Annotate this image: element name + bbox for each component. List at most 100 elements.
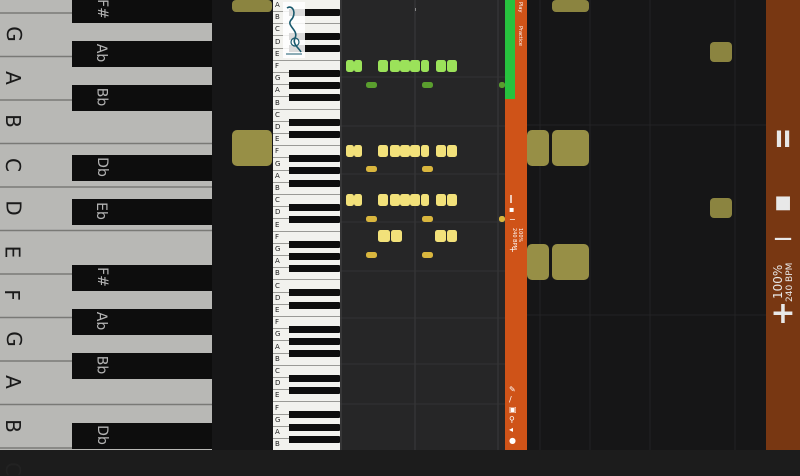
black-key[interactable] bbox=[289, 386, 340, 394]
black-key[interactable] bbox=[289, 252, 340, 260]
note-green[interactable] bbox=[447, 60, 457, 72]
black-key[interactable] bbox=[289, 264, 340, 272]
black-key[interactable] bbox=[289, 289, 340, 297]
black-key[interactable] bbox=[289, 130, 340, 138]
note-green[interactable] bbox=[378, 60, 388, 72]
practice-mode-label[interactable]: Practice bbox=[517, 26, 523, 46]
speed-value: 100% bbox=[517, 228, 523, 243]
note-green[interactable] bbox=[436, 60, 446, 72]
minus-icon[interactable]: − bbox=[509, 216, 516, 224]
black-key[interactable] bbox=[289, 435, 340, 443]
key-label: D bbox=[275, 293, 281, 302]
minus-icon[interactable]: − bbox=[766, 224, 800, 254]
bg-key-label: Bb bbox=[93, 355, 110, 375]
bg-key-label: Ab bbox=[93, 311, 110, 331]
note-yellow[interactable] bbox=[447, 194, 457, 206]
note-green-small[interactable] bbox=[422, 82, 433, 88]
note-green[interactable] bbox=[400, 60, 410, 72]
plus-icon[interactable]: + bbox=[509, 246, 516, 254]
note-yellow[interactable] bbox=[390, 194, 400, 206]
black-key[interactable] bbox=[289, 374, 340, 382]
black-key[interactable] bbox=[289, 203, 340, 211]
piano-roll[interactable] bbox=[340, 0, 505, 450]
note-yellow[interactable] bbox=[354, 145, 362, 157]
pause-icon[interactable]: ‖ bbox=[509, 195, 513, 203]
black-key[interactable] bbox=[289, 118, 340, 126]
black-key[interactable] bbox=[289, 240, 340, 248]
key-label: C bbox=[275, 110, 280, 119]
black-key[interactable] bbox=[289, 325, 340, 333]
black-key[interactable] bbox=[289, 69, 340, 77]
bg-key-label: A bbox=[0, 375, 25, 389]
plus-icon[interactable]: + bbox=[766, 296, 800, 331]
key-label: F bbox=[275, 232, 280, 241]
note-yellow[interactable] bbox=[354, 194, 362, 206]
note-yellow[interactable] bbox=[410, 194, 420, 206]
note-yellow[interactable] bbox=[447, 230, 457, 242]
bg-key-label: E bbox=[0, 245, 25, 258]
note-yellow[interactable] bbox=[378, 194, 388, 206]
key-label: E bbox=[275, 306, 280, 314]
note-yellow-small[interactable] bbox=[422, 166, 433, 172]
note-yellow[interactable] bbox=[378, 230, 390, 242]
pen-icon[interactable]: / bbox=[509, 396, 512, 404]
key-label: G bbox=[275, 74, 281, 83]
pin-icon[interactable]: ⚲ bbox=[509, 416, 515, 424]
note-yellow[interactable] bbox=[436, 145, 446, 157]
key-label: B bbox=[275, 269, 280, 278]
note-yellow[interactable] bbox=[390, 145, 400, 157]
black-key[interactable] bbox=[289, 423, 340, 431]
black-key[interactable] bbox=[289, 338, 340, 346]
note-green-small[interactable] bbox=[366, 82, 377, 88]
note-green[interactable] bbox=[354, 60, 362, 72]
piano-keyboard[interactable]: ABCDEFGABCDEFGABCDEFGABCDEFGABCDEFGAB bbox=[273, 0, 340, 450]
note-yellow[interactable] bbox=[435, 230, 446, 242]
black-key[interactable] bbox=[289, 301, 340, 309]
note-green[interactable] bbox=[421, 60, 429, 72]
note-yellow[interactable] bbox=[447, 145, 457, 157]
note-green[interactable] bbox=[410, 60, 420, 72]
stop-icon[interactable]: ▪ bbox=[509, 206, 514, 214]
note-yellow-small[interactable] bbox=[422, 252, 433, 258]
note-green[interactable] bbox=[390, 60, 400, 72]
black-key[interactable] bbox=[289, 167, 340, 175]
note-green[interactable] bbox=[346, 60, 354, 72]
key-label: A bbox=[275, 86, 280, 95]
note-yellow-small[interactable] bbox=[366, 252, 377, 258]
note-yellow[interactable] bbox=[436, 194, 446, 206]
black-key[interactable] bbox=[289, 81, 340, 89]
record-icon[interactable]: ● bbox=[509, 437, 516, 445]
speed-value: 100% bbox=[771, 264, 785, 300]
note-yellow-small[interactable] bbox=[366, 166, 377, 172]
brush-icon[interactable]: ✎ bbox=[509, 386, 516, 394]
mute-icon[interactable]: ◂ bbox=[509, 426, 513, 434]
note-yellow[interactable] bbox=[400, 194, 410, 206]
note-yellow[interactable] bbox=[410, 145, 420, 157]
copy-icon[interactable]: ▣ bbox=[509, 406, 517, 414]
key-label: G bbox=[275, 330, 281, 339]
note-yellow[interactable] bbox=[346, 145, 354, 157]
note-yellow[interactable] bbox=[346, 194, 354, 206]
pause-icon[interactable]: II bbox=[766, 128, 800, 153]
black-key[interactable] bbox=[289, 179, 340, 187]
black-key[interactable] bbox=[289, 94, 340, 102]
black-key[interactable] bbox=[289, 216, 340, 224]
key-label: F bbox=[275, 318, 280, 327]
black-key[interactable] bbox=[289, 155, 340, 163]
bg-key-label: F# bbox=[93, 0, 110, 19]
note-yellow[interactable] bbox=[378, 145, 388, 157]
note-yellow[interactable] bbox=[421, 194, 429, 206]
bg-key-label: F# bbox=[93, 267, 110, 287]
black-key[interactable] bbox=[289, 350, 340, 358]
note-yellow-small[interactable] bbox=[366, 216, 377, 222]
play-mode-label[interactable]: Play bbox=[517, 2, 523, 12]
key-label: C bbox=[275, 281, 280, 290]
black-key[interactable] bbox=[289, 411, 340, 419]
key-label: D bbox=[275, 37, 281, 46]
stop-icon[interactable]: ■ bbox=[766, 192, 800, 213]
note-yellow[interactable] bbox=[400, 145, 410, 157]
note-yellow-small[interactable] bbox=[422, 216, 433, 222]
note-yellow[interactable] bbox=[391, 230, 402, 242]
note-yellow[interactable] bbox=[421, 145, 429, 157]
app-logo-icon bbox=[283, 2, 305, 58]
